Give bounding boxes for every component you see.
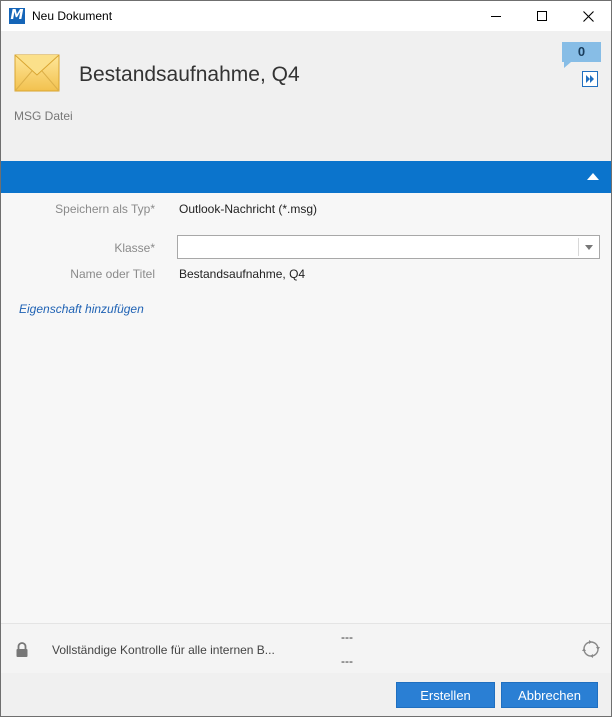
properties-section-bar[interactable] — [1, 161, 611, 193]
dialog-window: M Neu Dokument Bestandsaufnahme, Q4 MSG … — [0, 0, 612, 717]
chevron-up-icon[interactable] — [587, 173, 599, 180]
save-type-label: Speichern als Typ* — [55, 202, 155, 216]
minimize-icon — [491, 15, 501, 17]
dialog-footer: Erstellen Abbrechen — [1, 673, 611, 716]
forward-button[interactable] — [582, 71, 598, 87]
status-bar: Vollständige Kontrolle für alle internen… — [1, 623, 611, 673]
status-line-2: --- — [341, 654, 353, 668]
close-button[interactable] — [565, 1, 611, 31]
counter-badge[interactable]: 0 — [562, 42, 601, 62]
lock-icon[interactable] — [15, 642, 29, 658]
class-dropdown[interactable] — [177, 235, 600, 259]
close-icon — [582, 10, 594, 22]
document-title: Bestandsaufnahme, Q4 — [79, 63, 300, 86]
document-header: Bestandsaufnahme, Q4 MSG Datei 0 — [1, 31, 611, 161]
fast-forward-icon — [586, 75, 594, 83]
name-value[interactable]: Bestandsaufnahme, Q4 — [179, 267, 305, 281]
name-label: Name oder Titel — [70, 267, 155, 281]
dropdown-separator — [578, 238, 579, 256]
counter-badge-tail — [564, 62, 571, 68]
add-property-link[interactable]: Eigenschaft hinzufügen — [19, 302, 144, 316]
properties-form: Speichern als Typ* Outlook-Nachricht (*.… — [1, 193, 611, 623]
chevron-down-icon[interactable] — [585, 245, 593, 250]
sync-icon[interactable] — [582, 640, 600, 658]
save-type-value[interactable]: Outlook-Nachricht (*.msg) — [179, 202, 317, 216]
permission-text[interactable]: Vollständige Kontrolle für alle internen… — [52, 643, 275, 657]
class-label: Klasse* — [114, 241, 155, 255]
envelope-icon — [14, 54, 60, 92]
title-bar: M Neu Dokument — [1, 1, 611, 31]
minimize-button[interactable] — [473, 1, 519, 31]
maximize-button[interactable] — [519, 1, 565, 31]
cancel-button[interactable]: Abbrechen — [501, 682, 598, 708]
document-type: MSG Datei — [14, 109, 73, 123]
status-line-1: --- — [341, 630, 353, 644]
create-button[interactable]: Erstellen — [396, 682, 495, 708]
window-title: Neu Dokument — [32, 9, 113, 23]
maximize-icon — [537, 11, 547, 21]
app-logo: M — [9, 8, 25, 24]
